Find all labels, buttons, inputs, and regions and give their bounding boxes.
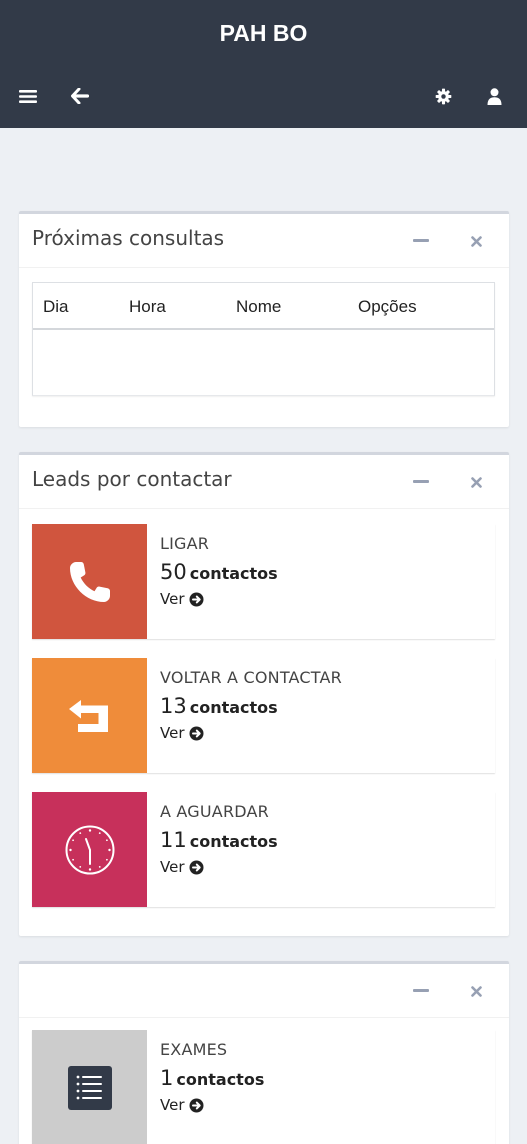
circle-arrow-right-icon <box>189 860 203 874</box>
info-label: VOLTAR A CONTACTAR <box>160 668 342 687</box>
column-header-dia[interactable]: Dia <box>43 297 69 317</box>
top-navbar: PAH BO <box>0 0 527 128</box>
ver-link[interactable]: Ver <box>160 590 204 608</box>
info-content: LIGAR 50 contactos Ver <box>160 534 487 608</box>
column-header-opcoes[interactable]: Opções <box>358 297 417 317</box>
list-icon <box>32 1030 147 1144</box>
info-count: 50 contactos <box>160 560 487 584</box>
info-count: 1 contactos <box>160 1066 487 1090</box>
minus-icon[interactable] <box>409 979 433 1003</box>
minus-icon[interactable] <box>409 229 433 253</box>
ver-link[interactable]: Ver <box>160 1096 204 1114</box>
count-value: 1 <box>160 1066 174 1090</box>
panel-header: Leads por contactar <box>19 455 509 509</box>
leads-panel: Leads por contactar LIGAR 50 contactos Ve… <box>19 452 509 936</box>
info-content: A AGUARDAR 11 contactos Ver <box>160 802 487 876</box>
info-content: EXAMES 1 contactos Ver <box>160 1040 487 1114</box>
info-box-exames: EXAMES 1 contactos Ver <box>32 1030 495 1144</box>
gear-icon[interactable] <box>431 84 455 108</box>
count-unit: contactos <box>189 832 278 851</box>
circle-arrow-right-icon <box>189 592 203 606</box>
info-label: EXAMES <box>160 1040 228 1059</box>
count-value: 50 <box>160 560 187 584</box>
clock-icon <box>32 792 147 907</box>
column-header-hora[interactable]: Hora <box>129 297 166 317</box>
panel-header: Próximas consultas <box>19 214 509 268</box>
info-count: 11 contactos <box>160 828 487 852</box>
count-unit: contactos <box>176 1070 265 1089</box>
info-label: LIGAR <box>160 534 210 553</box>
brand-title[interactable]: PAH BO <box>0 20 527 47</box>
ver-link-label: Ver <box>160 590 185 608</box>
info-box-voltar-a-contactar: VOLTAR A CONTACTAR 13 contactos Ver <box>32 658 495 773</box>
close-icon[interactable] <box>464 979 488 1003</box>
user-icon[interactable] <box>482 84 506 108</box>
ver-link[interactable]: Ver <box>160 858 204 876</box>
ver-link-label: Ver <box>160 724 185 742</box>
panel-title: Próximas consultas <box>32 226 225 250</box>
circle-arrow-right-icon <box>189 1098 203 1112</box>
phone-icon <box>32 524 147 639</box>
info-box-a-aguardar: A AGUARDAR 11 contactos Ver <box>32 792 495 907</box>
ver-link-label: Ver <box>160 858 185 876</box>
info-count: 13 contactos <box>160 694 487 718</box>
count-value: 11 <box>160 828 187 852</box>
close-icon[interactable] <box>464 470 488 494</box>
appointments-table: Dia Hora Nome Opções <box>32 282 495 396</box>
minus-icon[interactable] <box>409 470 433 494</box>
info-box-ligar: LIGAR 50 contactos Ver <box>32 524 495 639</box>
panel-title: Leads por contactar <box>32 467 232 491</box>
panel-header <box>19 964 509 1018</box>
close-icon[interactable] <box>464 229 488 253</box>
table-header: Dia Hora Nome Opções <box>33 283 494 330</box>
upcoming-appointments-panel: Próximas consultas Dia Hora Nome Opções <box>19 211 509 427</box>
count-unit: contactos <box>189 698 278 717</box>
ver-link[interactable]: Ver <box>160 724 204 742</box>
column-header-nome[interactable]: Nome <box>236 297 281 317</box>
exams-panel: EXAMES 1 contactos Ver <box>19 961 509 1144</box>
bars-icon[interactable] <box>16 84 40 108</box>
info-label: A AGUARDAR <box>160 802 269 821</box>
info-content: VOLTAR A CONTACTAR 13 contactos Ver <box>160 668 487 742</box>
arrow-left-icon[interactable] <box>68 84 92 108</box>
circle-arrow-right-icon <box>189 726 203 740</box>
count-value: 13 <box>160 694 187 718</box>
reply-arrow-icon <box>32 658 147 773</box>
ver-link-label: Ver <box>160 1096 185 1114</box>
count-unit: contactos <box>189 564 278 583</box>
